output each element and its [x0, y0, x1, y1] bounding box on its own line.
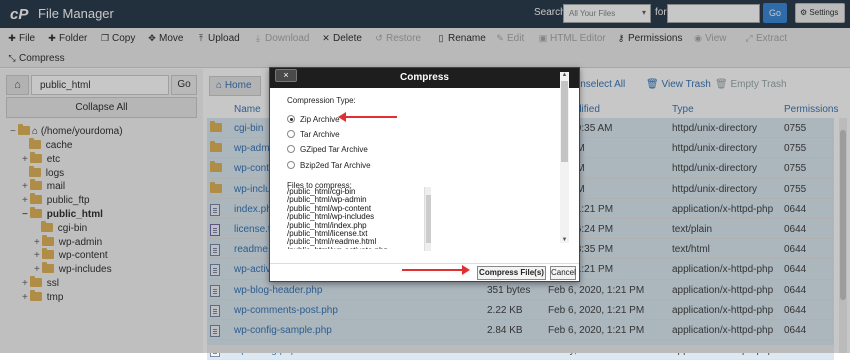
compress-files-button[interactable]: Compress File(s)	[477, 266, 546, 280]
radio-label: GZiped Tar Archive	[300, 145, 368, 154]
compress-dialog: × Compress Compression Type: Zip Archive…	[269, 67, 580, 282]
radio-label: Tar Archive	[300, 130, 340, 139]
radio-label: Zip Archive	[300, 115, 340, 124]
annotation-arrow-zip	[338, 112, 397, 122]
files-to-compress-list[interactable]: /public_html/cgi-bin/public_html/wp-admi…	[287, 188, 420, 249]
radio-icon	[287, 161, 295, 169]
radio-selected-icon	[287, 115, 295, 123]
dialog-header: × Compress	[270, 68, 579, 88]
dialog-scrollbar[interactable]: ▲ ▼	[560, 72, 569, 243]
dialog-footer: Compress File(s) Cancel	[270, 263, 579, 281]
radio-gzip-tar-archive[interactable]: GZiped Tar Archive	[287, 145, 437, 157]
scrollbar-thumb[interactable]	[426, 195, 431, 243]
radio-icon	[287, 130, 295, 138]
compression-type-label: Compression Type:	[287, 96, 356, 105]
files-list-scrollbar[interactable]	[424, 187, 431, 251]
radio-bzip2-tar-archive[interactable]: Bzip2ed Tar Archive	[287, 161, 437, 173]
radio-icon	[287, 145, 295, 153]
scroll-up-icon[interactable]: ▲	[560, 72, 569, 78]
dialog-body: Compression Type: Zip Archive Tar Archiv…	[278, 90, 568, 260]
radio-tar-archive[interactable]: Tar Archive	[287, 130, 437, 142]
annotation-arrow-compress	[402, 265, 470, 275]
compress-file-item: /public_html/wp-activate.php	[287, 246, 420, 249]
dialog-title: Compress	[400, 72, 449, 83]
scroll-down-icon[interactable]: ▼	[560, 237, 569, 243]
scrollbar-thumb[interactable]	[561, 81, 568, 162]
cancel-button[interactable]: Cancel	[550, 266, 576, 280]
radio-label: Bzip2ed Tar Archive	[300, 161, 371, 170]
